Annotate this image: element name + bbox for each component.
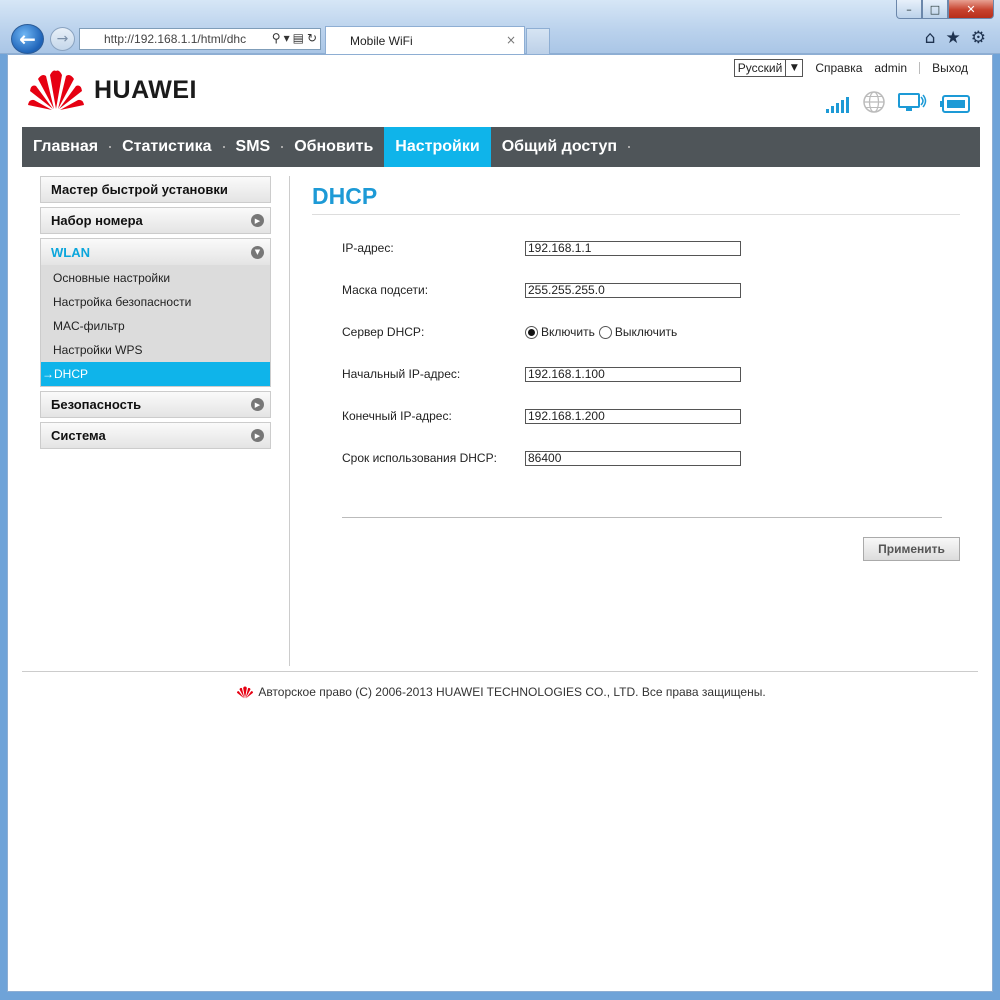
new-tab-button[interactable] [526, 28, 550, 54]
sidebar-item-quick-setup[interactable]: Мастер быстрой установки [40, 176, 271, 203]
connected-devices-icon [898, 93, 927, 111]
huawei-flower-icon [28, 70, 84, 110]
ip-address-field[interactable] [525, 240, 741, 256]
sidebar-item-security[interactable]: Безопасность ▶ [40, 391, 271, 418]
dhcp-form: IP-адрес: Маска подсети: Сервер DHCP: Вк… [342, 227, 960, 518]
tab-close-icon[interactable]: × [506, 33, 516, 47]
sidebar: Мастер быстрой установки Набор номера ▶ … [40, 176, 271, 453]
signal-strength-icon [826, 97, 849, 113]
browser-chrome: – □ ✕ ← → http://192.168.1.1/html/dhc ⚲ … [0, 0, 1000, 54]
copyright-text: Авторское право (C) 2006-2013 HUAWEI TEC… [258, 685, 766, 699]
home-icon[interactable]: ⌂ [925, 28, 936, 48]
chevron-right-icon: ▶ [251, 398, 264, 411]
chevron-right-icon: ▶ [251, 429, 264, 442]
sidebar-item-dhcp[interactable]: →DHCP [41, 362, 270, 386]
nav-sharing[interactable]: Общий доступ [491, 127, 628, 167]
sidebar-divider [289, 176, 290, 666]
page-title: DHCP [312, 183, 960, 215]
huawei-logo: HUAWEI [28, 69, 197, 111]
minimize-button[interactable]: – [896, 0, 922, 19]
search-icon[interactable]: ⚲ [272, 31, 281, 45]
dhcp-enable-label[interactable]: Включить [541, 325, 595, 339]
sidebar-item-label: Мастер быстрой установки [51, 182, 228, 197]
lease-label: Срок использования DHCP: [342, 451, 497, 465]
user-name: admin [874, 61, 908, 75]
battery-icon [940, 95, 970, 113]
dhcp-enable-radio[interactable] [525, 325, 538, 339]
form-divider [342, 517, 942, 518]
browser-tab[interactable]: Mobile WiFi × [325, 26, 525, 54]
divider [919, 62, 921, 74]
tools-gear-icon[interactable]: ⚙ [971, 28, 986, 48]
address-text: http://192.168.1.1/html/dhc [104, 32, 247, 46]
huawei-small-logo-icon [237, 685, 254, 698]
logout-link[interactable]: Выход [932, 61, 968, 75]
form-row-mask: Маска подсети: [342, 269, 960, 311]
forward-arrow-icon: → [56, 31, 69, 47]
wlan-submenu: Основные настройки Настройка безопасност… [40, 265, 271, 387]
compat-view-icon[interactable]: ▤ [293, 31, 304, 45]
sidebar-item-wps[interactable]: Настройки WPS [41, 338, 270, 362]
sidebar-item-system[interactable]: Система ▶ [40, 422, 271, 449]
form-row-dhcp-server: Сервер DHCP: Включить Выключить [342, 311, 960, 353]
nav-statistics[interactable]: Статистика [111, 127, 222, 167]
chevron-down-icon: ▼ [785, 60, 802, 76]
sidebar-item-label: Набор номера [51, 213, 143, 228]
back-arrow-icon: ← [19, 27, 36, 51]
main-nav: Главная Статистика SMS Обновить Настройк… [22, 127, 980, 167]
close-window-button[interactable]: ✕ [948, 0, 994, 19]
form-row-lease: Срок использования DHCP: [342, 437, 960, 479]
window-controls: – □ ✕ [896, 0, 994, 19]
help-link[interactable]: Справка [815, 61, 862, 75]
refresh-icon[interactable]: ↻ [307, 31, 317, 45]
sidebar-item-wlan[interactable]: WLAN ▼ [40, 238, 271, 265]
sidebar-item-basic-settings[interactable]: Основные настройки [41, 266, 270, 290]
sidebar-item-label: Система [51, 428, 106, 443]
page-viewport: HUAWEI Русский ▼ Справка admin Выход Гла… [7, 54, 993, 992]
nav-home[interactable]: Главная [22, 127, 109, 167]
sidebar-item-mac-filter[interactable]: MAC-фильтр [41, 314, 270, 338]
sidebar-item-security-settings[interactable]: Настройка безопасности [41, 290, 270, 314]
chevron-down-icon: ▼ [251, 245, 264, 259]
top-links: Русский ▼ Справка admin Выход [733, 59, 968, 77]
main-content: DHCP IP-адрес: Маска подсети: Сервер DHC… [312, 183, 960, 561]
sidebar-item-label: WLAN [51, 244, 90, 260]
address-bar[interactable]: http://192.168.1.1/html/dhc ⚲ ▾ ▤ ↻ [79, 28, 321, 50]
forward-button[interactable]: → [50, 27, 75, 51]
lease-time-field[interactable] [525, 450, 741, 466]
favorites-star-icon[interactable]: ★ [946, 28, 961, 48]
dhcp-server-label: Сервер DHCP: [342, 325, 425, 339]
maximize-button[interactable]: □ [922, 0, 948, 19]
nav-sms[interactable]: SMS [225, 127, 282, 167]
form-row-end-ip: Конечный IP-адрес: [342, 395, 960, 437]
dhcp-disable-radio[interactable] [598, 325, 612, 339]
nav-settings[interactable]: Настройки [384, 127, 491, 167]
form-row-ip: IP-адрес: [342, 227, 960, 269]
chevron-right-icon: ▶ [251, 214, 264, 227]
form-row-start-ip: Начальный IP-адрес: [342, 353, 960, 395]
ip-label: IP-адрес: [342, 241, 394, 255]
start-ip-field[interactable] [525, 366, 741, 382]
subnet-mask-field[interactable] [525, 282, 741, 298]
footer-divider [22, 671, 978, 672]
nav-update[interactable]: Обновить [283, 127, 384, 167]
sidebar-item-dial[interactable]: Набор номера ▶ [40, 207, 271, 234]
dropdown-icon[interactable]: ▾ [284, 31, 290, 45]
start-ip-label: Начальный IP-адрес: [342, 367, 461, 381]
end-ip-label: Конечный IP-адрес: [342, 409, 452, 423]
apply-button[interactable]: Применить [863, 537, 960, 561]
dhcp-disable-label[interactable]: Выключить [615, 325, 677, 339]
footer: Авторское право (C) 2006-2013 HUAWEI TEC… [22, 685, 980, 699]
language-value: Русский [737, 61, 783, 75]
status-icons [826, 91, 970, 113]
back-button[interactable]: ← [11, 24, 44, 54]
tab-title: Mobile WiFi [350, 34, 413, 48]
end-ip-field[interactable] [525, 408, 741, 424]
logo-text: HUAWEI [94, 75, 197, 104]
dhcp-server-radio-group: Включить Выключить [525, 325, 677, 339]
language-select[interactable]: Русский ▼ [733, 59, 804, 77]
mask-label: Маска подсети: [342, 283, 429, 297]
internet-globe-icon [863, 91, 885, 113]
sidebar-item-label: Безопасность [51, 397, 142, 412]
